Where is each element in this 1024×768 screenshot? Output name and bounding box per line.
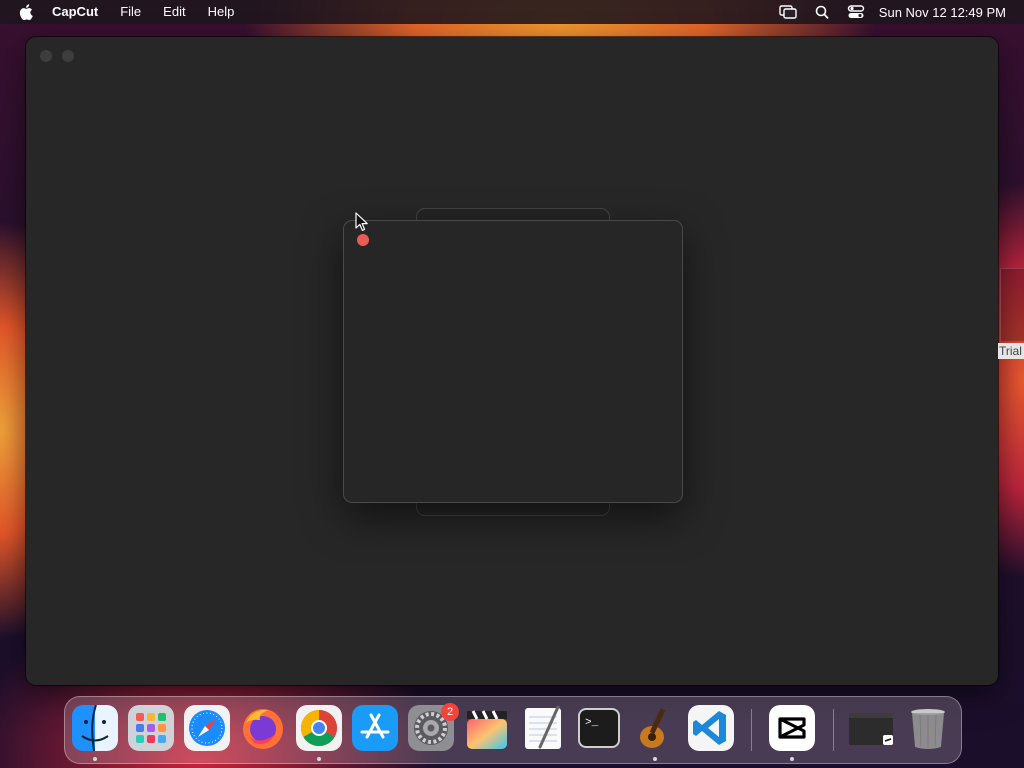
textedit-icon <box>525 705 561 749</box>
safari-icon <box>184 705 230 751</box>
garageband-icon <box>640 708 666 748</box>
offscreen-panel <box>1000 268 1024 342</box>
dock-minimized-window[interactable] <box>847 705 893 751</box>
dock-garageband[interactable] <box>632 705 678 751</box>
window-thumbnail-icon <box>849 713 893 745</box>
menu-app-name[interactable]: CapCut <box>52 0 98 24</box>
running-indicator <box>790 757 794 761</box>
menu-file[interactable]: File <box>120 0 141 24</box>
finder-icon <box>72 705 118 751</box>
control-center-icon[interactable] <box>847 5 865 19</box>
terminal-icon: >_ <box>578 708 620 748</box>
dock-app-store[interactable] <box>352 705 398 751</box>
dock-vscode[interactable] <box>688 705 734 751</box>
window-minimize-button[interactable] <box>62 50 74 62</box>
menu-edit[interactable]: Edit <box>163 0 185 24</box>
system-settings-badge: 2 <box>441 703 459 721</box>
running-indicator <box>317 757 321 761</box>
chrome-icon <box>296 705 342 751</box>
capcut-icon <box>769 705 815 751</box>
spotlight-search-icon[interactable] <box>813 5 831 19</box>
trash-icon <box>911 709 945 749</box>
dock: >_ <box>64 696 962 764</box>
svg-text:>_: >_ <box>585 717 599 729</box>
apple-menu-icon[interactable] <box>19 4 33 20</box>
dock-safari[interactable] <box>184 705 230 751</box>
dock-terminal[interactable]: >_ <box>576 705 622 751</box>
mouse-cursor-icon <box>355 212 368 231</box>
menu-help[interactable]: Help <box>208 0 235 24</box>
trial-label: Trial <box>998 343 1024 359</box>
running-indicator <box>653 757 657 761</box>
vscode-icon <box>688 705 734 751</box>
menu-bar-clock[interactable]: Sun Nov 12 12:49 PM <box>879 5 1006 20</box>
dock-trash[interactable] <box>905 705 951 751</box>
dock-firefox[interactable] <box>240 705 286 751</box>
launchpad-icon <box>128 705 174 751</box>
modal-dialog <box>343 220 683 503</box>
firefox-icon <box>243 709 283 749</box>
dock-finder[interactable] <box>72 705 118 751</box>
dock-launchpad[interactable] <box>128 705 174 751</box>
menu-bar: CapCut File Edit Help Sun Nov 12 12:49 P… <box>0 0 1024 24</box>
dock-capcut[interactable] <box>769 705 815 751</box>
final-cut-pro-icon <box>467 710 507 749</box>
app-store-icon <box>352 705 398 751</box>
dialog-close-button[interactable] <box>357 234 369 246</box>
dock-divider <box>833 709 834 751</box>
window-close-button[interactable] <box>40 50 52 62</box>
dock-textedit[interactable] <box>520 705 566 751</box>
screen-mirroring-icon[interactable] <box>779 5 797 19</box>
dock-final-cut-pro[interactable] <box>464 705 510 751</box>
running-indicator <box>93 757 97 761</box>
dock-chrome[interactable] <box>296 705 342 751</box>
dock-divider <box>751 709 752 751</box>
